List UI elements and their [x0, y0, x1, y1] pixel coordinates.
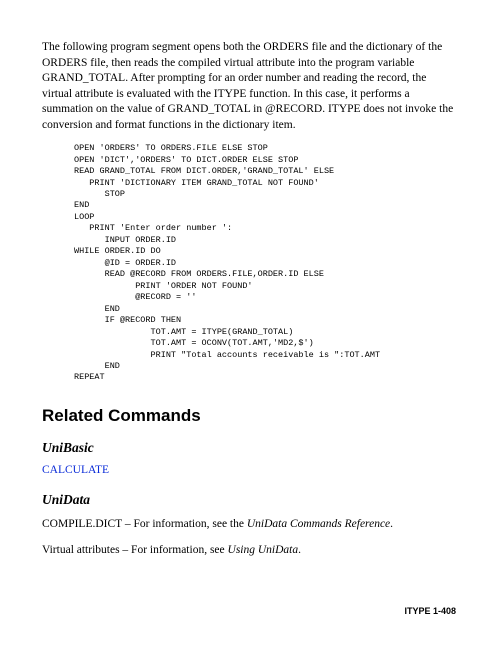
virtual-text-a: Virtual attributes – For information, se…	[42, 544, 228, 556]
virtual-attr-paragraph: Virtual attributes – For information, se…	[42, 542, 458, 559]
compile-text-a: COMPILE.DICT – For information, see the	[42, 518, 247, 530]
page-footer: ITYPE 1-408	[42, 606, 458, 616]
code-block: OPEN 'ORDERS' TO ORDERS.FILE ELSE STOP O…	[74, 143, 458, 384]
compile-text-em: UniData Commands Reference	[247, 518, 390, 530]
compile-text-b: .	[390, 518, 393, 530]
unibasic-heading: UniBasic	[42, 440, 458, 456]
related-commands-heading: Related Commands	[42, 406, 458, 426]
virtual-text-b: .	[298, 544, 301, 556]
unidata-heading: UniData	[42, 492, 458, 508]
virtual-text-em: Using UniData	[228, 544, 299, 556]
compile-dict-paragraph: COMPILE.DICT – For information, see the …	[42, 516, 458, 533]
calculate-link[interactable]: CALCULATE	[42, 464, 458, 476]
intro-paragraph: The following program segment opens both…	[42, 40, 458, 133]
page: The following program segment opens both…	[0, 0, 500, 646]
